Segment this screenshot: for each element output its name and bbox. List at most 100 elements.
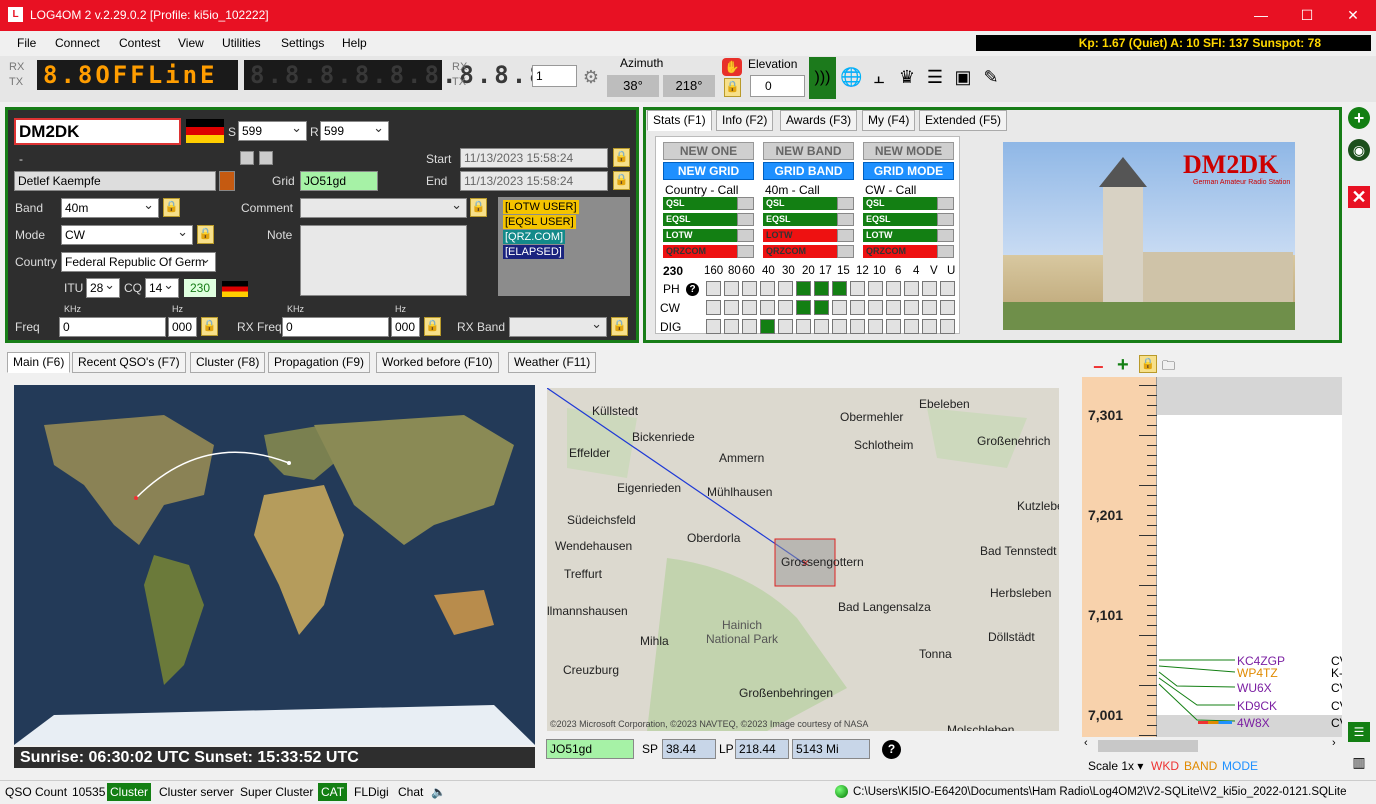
band-col-label: 17: [819, 265, 832, 277]
cluster-server-status[interactable]: Cluster server: [156, 783, 237, 801]
rxfreq-lock-icon[interactable]: 🔒: [424, 317, 441, 336]
start-time-input[interactable]: 11/13/2023 15:58:24: [460, 148, 608, 168]
mode-select[interactable]: CW: [61, 223, 193, 245]
vfo-selector[interactable]: 1: [532, 65, 577, 87]
menu-utilities[interactable]: Utilities: [222, 36, 261, 50]
lock-icon[interactable]: 🔒: [724, 78, 741, 97]
gear-icon[interactable]: ⚙: [580, 66, 602, 88]
trophy-icon[interactable]: ♛: [896, 66, 918, 88]
menu-settings[interactable]: Settings: [281, 36, 324, 50]
rst-received[interactable]: 599: [320, 119, 389, 141]
freq-hz-input[interactable]: 000: [168, 317, 197, 337]
ruler-tick: [1147, 645, 1157, 646]
help-icon[interactable]: ?: [686, 283, 699, 296]
callsign-input[interactable]: DM2DK: [14, 118, 181, 145]
ruler-tick: [1147, 565, 1157, 566]
tab-awards[interactable]: Awards (F3): [780, 110, 858, 131]
antenna-icon[interactable]: ⫠: [868, 66, 890, 88]
chart-icon[interactable]: ▥: [1348, 752, 1370, 772]
bandmap-scrollbar[interactable]: ‹ ›: [1082, 737, 1342, 753]
comment-input[interactable]: [300, 196, 467, 218]
spot-call[interactable]: WP4TZ: [1237, 666, 1278, 680]
tab-propagation[interactable]: Propagation (F9): [268, 352, 371, 373]
rxfreq-hz-input[interactable]: 000: [391, 317, 420, 337]
lookup-globe-icon[interactable]: ◉: [1348, 139, 1370, 161]
map-grid-input[interactable]: JO51gd: [546, 739, 634, 759]
tab-my[interactable]: My (F4): [862, 110, 916, 131]
spot-call[interactable]: KD9CK: [1237, 699, 1277, 713]
chat-status[interactable]: Chat: [395, 783, 426, 801]
menu-contest[interactable]: Contest: [119, 36, 160, 50]
menu-help[interactable]: Help: [342, 36, 367, 50]
cq-select[interactable]: 14: [145, 276, 179, 298]
cluster-status[interactable]: Cluster: [107, 783, 152, 801]
tab-worked-before[interactable]: Worked before (F10): [376, 352, 499, 373]
zoom-out-icon[interactable]: −: [1093, 357, 1104, 378]
checkbox-2[interactable]: [259, 151, 273, 165]
bandmap-list-icon[interactable]: ☰: [1348, 722, 1370, 742]
tab-extended[interactable]: Extended (F5): [919, 110, 1008, 131]
add-qso-icon[interactable]: +: [1348, 107, 1370, 129]
end-time-input[interactable]: 11/13/2023 15:58:24: [460, 171, 608, 191]
local-map[interactable]: × Küllstedt Obermehler Ebeleben Bickenri…: [547, 388, 1059, 731]
spot-call[interactable]: 4W8X: [1237, 716, 1270, 730]
map-help-icon[interactable]: ?: [882, 740, 901, 759]
key-icon[interactable]: ✎: [980, 66, 1002, 88]
rxband-select[interactable]: [509, 315, 607, 337]
menu-connect[interactable]: Connect: [55, 36, 100, 50]
comment-lock-icon[interactable]: 🔒: [470, 198, 487, 217]
radio-icon[interactable]: ▣: [952, 66, 974, 88]
tab-info[interactable]: Info (F2): [716, 110, 774, 131]
maximize-button[interactable]: ☐: [1284, 0, 1330, 31]
cat-status[interactable]: CAT: [318, 783, 348, 801]
bandmap-lock-icon[interactable]: 🔒: [1139, 355, 1157, 373]
country-select[interactable]: Federal Republic Of Germ: [61, 252, 216, 272]
name-lookup-icon[interactable]: [219, 171, 235, 191]
dash-label: -: [19, 152, 23, 166]
rxfreq-khz-input[interactable]: 0: [282, 317, 389, 337]
tab-main[interactable]: Main (F6): [7, 352, 71, 373]
start-lock-icon[interactable]: 🔒: [613, 148, 630, 167]
globe-icon[interactable]: 🌐: [840, 66, 862, 88]
fldigi-status[interactable]: FLDigi: [351, 783, 392, 801]
close-button[interactable]: ✕: [1330, 0, 1376, 31]
minimize-button[interactable]: —: [1238, 0, 1284, 31]
rst-sent[interactable]: 599: [238, 119, 307, 141]
menu-file[interactable]: File: [17, 36, 36, 50]
itu-select[interactable]: 28: [86, 276, 120, 298]
list-icon[interactable]: ☰: [924, 66, 946, 88]
checkbox-1[interactable]: [240, 151, 254, 165]
freq-lock-icon[interactable]: 🔒: [201, 317, 218, 336]
scale-select[interactable]: Scale 1x ▾: [1088, 759, 1143, 773]
tab-cluster[interactable]: Cluster (F8): [190, 352, 266, 373]
bandmap-folder-icon[interactable]: 🗀: [1162, 357, 1175, 379]
spot-call[interactable]: WU6X: [1237, 681, 1272, 695]
menu-view[interactable]: View: [178, 36, 204, 50]
grid-input[interactable]: JO51gd: [300, 171, 378, 191]
rxband-lock-icon[interactable]: 🔒: [611, 317, 628, 336]
antenna-signal-icon[interactable]: ))): [809, 57, 836, 99]
worked-cell: [940, 300, 955, 315]
band-lock-icon[interactable]: 🔒: [163, 198, 180, 217]
tab-stats[interactable]: Stats (F1): [647, 110, 712, 131]
ruler-tick: [1147, 575, 1157, 576]
note-input[interactable]: [300, 225, 467, 296]
new-one-indicator: NEW ONE: [663, 142, 754, 160]
band-header: 160 80 60 40 30 20 17 15 12 10 6 4 V U: [704, 265, 960, 279]
ruler-tick: [1139, 485, 1157, 486]
stop-rotator-icon[interactable]: ✋: [722, 58, 742, 76]
clear-icon[interactable]: ✕: [1348, 186, 1370, 208]
elevation-input[interactable]: 0: [750, 75, 805, 97]
world-map[interactable]: [14, 385, 535, 745]
name-input[interactable]: Detlef Kaempfe: [14, 171, 216, 191]
mode-lock-icon[interactable]: 🔒: [197, 225, 214, 244]
end-lock-icon[interactable]: 🔒: [613, 171, 630, 190]
speaker-icon[interactable]: 🔈: [428, 783, 449, 801]
band-select[interactable]: 40m: [61, 196, 159, 218]
tab-weather[interactable]: Weather (F11): [508, 352, 597, 373]
zoom-in-icon[interactable]: +: [1117, 354, 1129, 377]
super-cluster-status[interactable]: Super Cluster: [237, 783, 316, 801]
freq-khz-input[interactable]: 0: [59, 317, 166, 337]
tab-recent-qsos[interactable]: Recent QSO's (F7): [72, 352, 186, 373]
freq-label: 7,101: [1088, 607, 1124, 623]
